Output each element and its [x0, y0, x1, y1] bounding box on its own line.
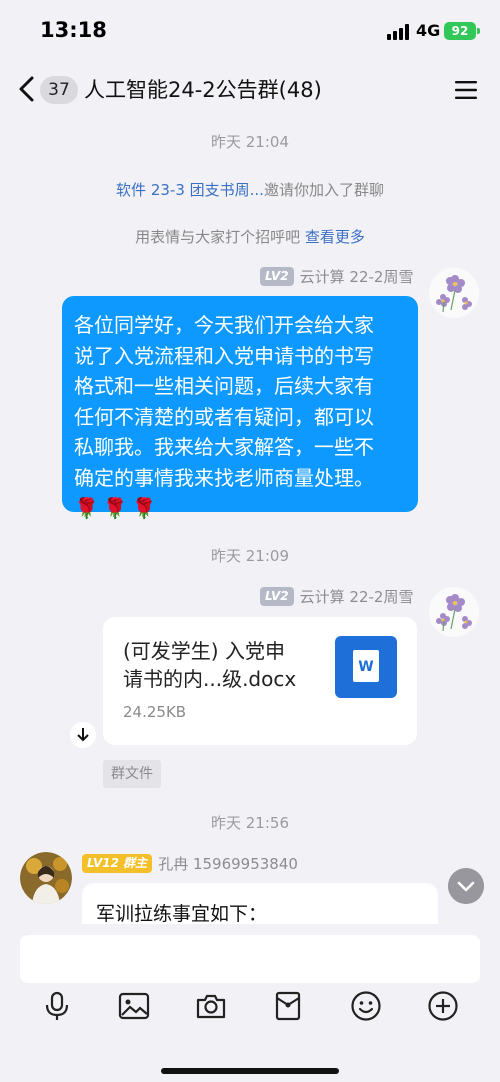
menu-icon[interactable] — [455, 80, 477, 100]
flower-avatar-icon — [429, 268, 479, 318]
invite-notice: 软件 23-3 团支书周...邀请你加入了群聊 — [0, 179, 500, 200]
sender-name[interactable]: 云计算 22-2周雪 — [300, 586, 414, 607]
message-line: 各位同学好，今天我们开会给大家 — [74, 313, 374, 337]
file-name-line: (可发学生) 入党申 — [123, 639, 285, 663]
sender-name[interactable]: 云计算 22-2周雪 — [300, 266, 414, 287]
word-letter: W — [353, 650, 379, 682]
back-arrow-icon[interactable] — [16, 74, 38, 104]
file-message-card[interactable]: (可发学生) 入党申 请书的内...级.docx 24.25KB W — [103, 617, 417, 745]
signal-icon — [387, 24, 409, 40]
word-file-icon: W — [335, 636, 397, 698]
sender-info: LV2 云计算 22-2周雪 — [260, 265, 413, 287]
group-file-tag[interactable]: 群文件 — [103, 760, 161, 788]
sender-info: LV12 群主 孔冉 15969953840 — [82, 852, 298, 874]
message-line: 格式和一些相关问题，后续大家有 — [74, 374, 374, 398]
chevron-down-icon[interactable] — [448, 868, 484, 904]
file-size: 24.25KB — [123, 703, 187, 721]
message-text: 军训拉练事宜如下： — [96, 903, 268, 925]
image-icon[interactable] — [118, 990, 150, 1022]
red-packet-icon[interactable] — [272, 990, 304, 1022]
chat-title: 人工智能24-2公告群(48) — [84, 78, 322, 102]
network-type: 4G — [416, 21, 441, 40]
message-bubble[interactable]: 各位同学好，今天我们开会给大家 说了入党流程和入党申请书的书写 格式和一些相关问… — [62, 296, 418, 520]
level-text: LV12 — [87, 855, 119, 870]
home-indicator[interactable] — [161, 1068, 339, 1074]
timestamp: 昨天 21:09 — [211, 547, 289, 565]
sender-name[interactable]: 孔冉 15969953840 — [158, 853, 298, 874]
input-area — [0, 924, 500, 1082]
level-badge: LV12 群主 — [82, 853, 153, 873]
rose-emoji: 🌹🌹🌹 — [74, 496, 161, 520]
timestamp: 昨天 21:56 — [211, 814, 289, 832]
sender-info: LV2 云计算 22-2周雪 — [260, 585, 413, 607]
owner-role: 群主 — [123, 855, 148, 870]
chat-header: 37 人工智能24-2公告群(48) — [0, 62, 500, 118]
message-input[interactable] — [20, 935, 480, 983]
inviter-link[interactable]: 软件 23-3 团支书周... — [116, 181, 264, 199]
plus-icon[interactable] — [427, 990, 459, 1022]
level-badge: LV2 — [260, 266, 294, 286]
flower-avatar-icon — [429, 587, 479, 637]
invite-text: 邀请你加入了群聊 — [263, 181, 384, 199]
greeting-text: 用表情与大家打个招呼吧 — [135, 228, 301, 246]
input-toolbar — [0, 990, 500, 1034]
avatar[interactable] — [429, 587, 479, 637]
message-line: 说了入党流程和入党申请书的书写 — [74, 343, 374, 368]
greeting-notice: 用表情与大家打个招呼吧 查看更多 — [0, 226, 500, 247]
avatar[interactable] — [429, 268, 479, 318]
message-line: 任何不清楚的或者有疑问，都可以 — [74, 404, 374, 429]
timestamp: 昨天 21:04 — [211, 133, 289, 151]
unread-count-badge[interactable]: 37 — [40, 76, 78, 104]
level-badge: LV2 — [260, 586, 294, 606]
status-time: 13:18 — [40, 18, 107, 42]
file-name: (可发学生) 入党申 请书的内...级.docx — [123, 637, 323, 693]
camera-icon[interactable] — [195, 990, 227, 1022]
status-bar: 13:18 4G 92 — [0, 0, 500, 62]
message-line: 确定的事情我来找老师商量处理。 — [74, 465, 374, 490]
file-name-line: 请书的内...级.docx — [123, 667, 297, 691]
see-more-link[interactable]: 查看更多 — [305, 228, 365, 246]
download-icon[interactable] — [70, 722, 96, 748]
microphone-icon[interactable] — [41, 990, 73, 1022]
photo-avatar-icon — [20, 852, 72, 904]
emoji-icon[interactable] — [350, 990, 382, 1022]
battery-icon: 92 — [444, 22, 480, 40]
avatar[interactable] — [20, 852, 72, 904]
message-line: 私聊我。我来给大家解答，一些不 — [74, 435, 374, 459]
